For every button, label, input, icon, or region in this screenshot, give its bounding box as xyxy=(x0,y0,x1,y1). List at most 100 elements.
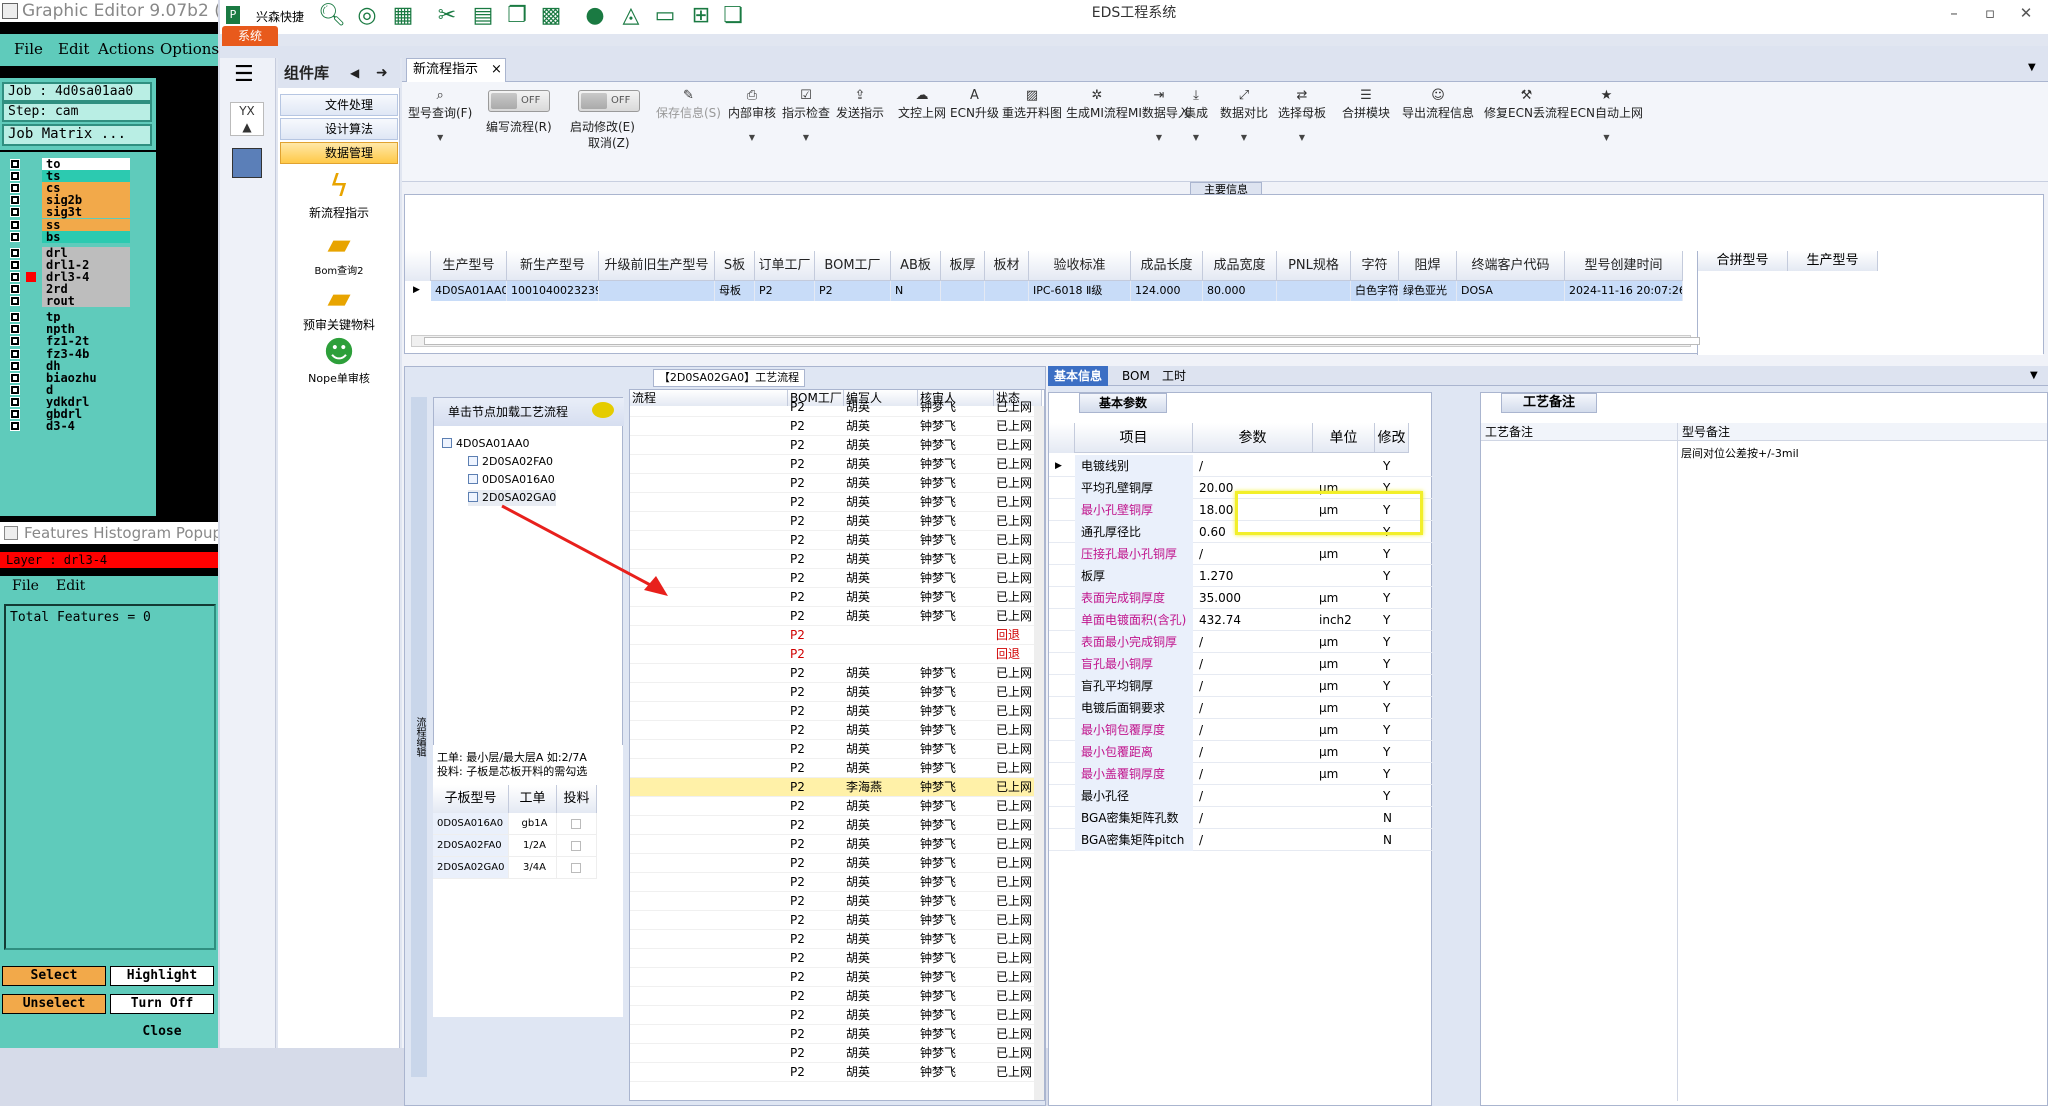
layer-checkbox[interactable] xyxy=(10,336,20,347)
layer-row[interactable]: biaozhu xyxy=(6,371,156,384)
layer-checkbox[interactable] xyxy=(10,348,20,359)
param-row[interactable]: 表面完成铜厚度 35.000 μm Y xyxy=(1049,587,1433,609)
flow-row[interactable]: 棕化P2胡英钟梦飞已上网 xyxy=(630,1025,1040,1044)
layer-row[interactable]: dh xyxy=(6,359,156,372)
layer-row[interactable]: d xyxy=(6,383,156,396)
flow-row[interactable]: 显影P2胡英钟梦飞已上网 xyxy=(630,911,1040,930)
flow-row[interactable]: 等离子处理P2胡英钟梦飞已上网 xyxy=(630,721,1040,740)
param-value[interactable]: / xyxy=(1195,653,1313,675)
layer-checkbox[interactable] xyxy=(10,312,20,323)
param-value[interactable]: / xyxy=(1195,807,1313,829)
ge-highlight-button[interactable]: Highlight xyxy=(110,966,214,986)
copy-icon[interactable]: ❐ xyxy=(504,4,530,28)
lib-new-flow[interactable]: ϟ 新流程指示 xyxy=(278,170,400,221)
lib-item-data-management[interactable]: 数据管理 xyxy=(280,142,398,164)
param-row[interactable]: 最小盖覆铜厚度 / μm Y xyxy=(1049,763,1433,785)
param-row[interactable]: BGA密集矩阵pitch / N xyxy=(1049,829,1433,851)
flow-row[interactable]: 裁切P2胡英钟梦飞已上网 xyxy=(630,493,1040,512)
flow-row[interactable]: 开料P2胡英钟梦飞已上网 xyxy=(630,455,1040,474)
param-row[interactable]: 表面最小完成铜厚 / μm Y xyxy=(1049,631,1433,653)
ge-menu-file[interactable]: File xyxy=(14,40,43,58)
flow-row[interactable]: 冲孔P2胡英钟梦飞已上网 xyxy=(630,987,1040,1006)
flow-row[interactable]: 打标P2胡英钟梦飞已上网 xyxy=(630,550,1040,569)
param-value[interactable]: / xyxy=(1195,829,1313,851)
tree-node[interactable]: 0D0SA016A0 xyxy=(468,472,555,488)
ge-menu-options[interactable]: Options xyxy=(160,40,219,58)
layer-row[interactable]: fz3-4b xyxy=(6,347,156,360)
windows-icon[interactable]: ⊞ xyxy=(688,4,714,28)
layer-checkbox[interactable] xyxy=(10,247,20,258)
sub-feed-checkbox[interactable] xyxy=(557,857,597,879)
collapse-icon[interactable]: ◀ xyxy=(350,58,359,88)
process-tab[interactable]: 【2D0SA02GA0】工艺流程 xyxy=(653,369,805,387)
layer-row[interactable]: drl xyxy=(6,246,156,259)
ribbon-button-10[interactable]: ⤢ 数据对比 ▼ xyxy=(1220,88,1268,142)
param-row[interactable]: ▶ 电镀线别 / Y xyxy=(1049,455,1433,477)
flow-row[interactable]: 计划投料P2胡英钟梦飞已上网 xyxy=(630,436,1040,455)
ribbon-button-14[interactable]: ⚒ 修复ECN丢流程 xyxy=(1484,88,1569,121)
param-value[interactable]: / xyxy=(1195,697,1313,719)
param-row[interactable]: 压接孔最小孔铜厚 / μm Y xyxy=(1049,543,1433,565)
tab-hours[interactable]: 工时 xyxy=(1156,366,1192,386)
layer-checkbox[interactable] xyxy=(10,360,20,371)
param-row[interactable]: 单面电镀面积(含孔) 432.74 inch2 Y xyxy=(1049,609,1433,631)
layer-row[interactable]: rout xyxy=(6,295,156,308)
maximize-icon[interactable]: ▫ xyxy=(1976,4,2004,24)
ribbon-button-15[interactable]: ★ ECN自动上网 ▼ xyxy=(1570,88,1643,142)
ribbon-button-1[interactable]: ⎙ 内部审核 ▼ xyxy=(728,88,776,142)
ge-menu-actions[interactable]: Actions xyxy=(98,40,154,58)
flow-row[interactable]: 电镀P2胡英钟梦飞已上网 xyxy=(630,759,1040,778)
system-tab[interactable]: 系统 xyxy=(222,26,278,46)
lib-item-design-algorithm[interactable]: 设计算法 xyxy=(280,118,398,140)
lib-nope-review[interactable]: ☻ Nope单审核 xyxy=(278,336,400,386)
layer-checkbox[interactable] xyxy=(10,259,20,270)
param-value[interactable]: 35.000 xyxy=(1195,587,1313,609)
param-value[interactable]: / xyxy=(1195,741,1313,763)
flow-row[interactable]: 钻孔P2回退 xyxy=(630,626,1040,645)
model-query-button[interactable]: ⌕ 型号查询(F) ▼ xyxy=(408,88,472,142)
sub-feed-checkbox[interactable] xyxy=(557,835,597,857)
flow-row[interactable]: 曝光P2胡英钟梦飞已上网 xyxy=(630,892,1040,911)
pin-icon[interactable]: ➜ xyxy=(376,58,388,88)
flow-row[interactable]: 计划投料P2胡英钟梦飞已上网 xyxy=(630,417,1040,436)
param-row[interactable]: 盲孔最小铜厚 / μm Y xyxy=(1049,653,1433,675)
flow-row[interactable]: 烘板P2胡英钟梦飞已上网 xyxy=(630,1063,1040,1082)
layer-row[interactable]: sig3t xyxy=(6,206,156,219)
layer-row[interactable]: bs xyxy=(6,230,156,243)
sub-model-cell[interactable]: 2D0SA02FA0 xyxy=(433,835,509,857)
param-value[interactable]: / xyxy=(1195,763,1313,785)
layer-checkbox[interactable] xyxy=(10,324,20,335)
flow-row[interactable]: 外层前处理P2胡英钟梦飞已上网 xyxy=(630,835,1040,854)
sub-workorder-cell[interactable]: gb1A xyxy=(509,813,557,835)
lib-item-file-processing[interactable]: 文件处理 xyxy=(280,94,398,116)
layer-checkbox[interactable] xyxy=(10,409,20,419)
flow-row[interactable]: 贴膜P2胡英钟梦飞已上网 xyxy=(630,873,1040,892)
tab-new-flow[interactable]: 新流程指示 × xyxy=(406,58,506,82)
user-icon[interactable]: ● xyxy=(582,4,608,28)
sub-workorder-cell[interactable]: 3/4A xyxy=(509,857,557,879)
layer-checkbox[interactable] xyxy=(10,159,20,169)
tab-bom[interactable]: BOM xyxy=(1116,366,1156,386)
layer-row[interactable]: drl3-4 xyxy=(6,270,156,283)
param-value[interactable]: / xyxy=(1195,455,1313,477)
flow-edit-side-tab[interactable]: 流程编辑 xyxy=(411,397,427,1077)
layer-checkbox[interactable] xyxy=(10,372,20,383)
h-scroll-thumb[interactable] xyxy=(424,337,1700,345)
flow-row[interactable]: 减薄铜P2胡英钟梦飞已上网 xyxy=(630,607,1040,626)
lib-bom-query[interactable]: ▰ Bom查询2 xyxy=(278,228,400,278)
flow-row[interactable]: 酸性蚀刻P2胡英钟梦飞已上网 xyxy=(630,930,1040,949)
panel-dropdown-icon[interactable]: ▼ xyxy=(2030,370,2038,381)
minimize-icon[interactable]: – xyxy=(1940,4,1968,24)
flow-row[interactable]: 圆角P2胡英钟梦飞已上网 xyxy=(630,531,1040,550)
flow-row[interactable]: AOIP2胡英钟梦飞已上网 xyxy=(630,968,1040,987)
checkbox-icon[interactable] xyxy=(571,863,581,873)
layer-checkbox[interactable] xyxy=(10,296,20,307)
tab-basic-info[interactable]: 基本信息 xyxy=(1048,366,1109,386)
flow-row[interactable]: 钻孔P2回退 xyxy=(630,645,1040,664)
layer-row[interactable]: tp xyxy=(6,311,156,324)
flow-row[interactable]: 磨板P2胡英钟梦飞已上网 xyxy=(630,797,1040,816)
ribbon-button-7[interactable]: ✲ 生成MI流程 xyxy=(1066,88,1128,121)
layer-checkbox[interactable] xyxy=(10,284,20,294)
film-icon[interactable]: ▤ xyxy=(470,4,496,28)
ribbon-button-0[interactable]: ✎ 保存信息(S) xyxy=(656,88,721,121)
